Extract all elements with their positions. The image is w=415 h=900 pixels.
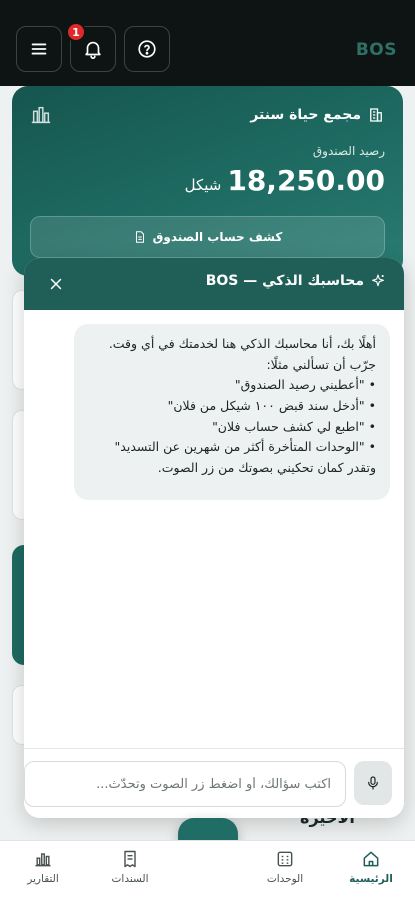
currency-label: شيكل bbox=[184, 176, 222, 194]
complex-title: مجمع حياة سنتر bbox=[250, 106, 385, 124]
nav-units-label: الوحدات bbox=[266, 873, 304, 885]
voice-button[interactable] bbox=[354, 761, 392, 805]
balance-label: رصيد الصندوق bbox=[312, 144, 385, 158]
document-icon bbox=[135, 231, 144, 243]
example-item: "اطبع لي كشف حساب فلان" bbox=[88, 417, 376, 438]
balance-value: 18,250.00 bbox=[227, 164, 385, 197]
building-icon bbox=[370, 108, 382, 122]
statement-button-label: كشف حساب الصندوق bbox=[152, 230, 283, 244]
balance-amount: 18,250.00 شيكل bbox=[185, 164, 385, 197]
nav-home[interactable]: الرئيسية bbox=[336, 849, 406, 885]
nav-reports[interactable]: التقارير bbox=[8, 849, 78, 885]
example-item: "الوحدات المتأخرة أكثر من شهرين عن التسد… bbox=[88, 437, 376, 458]
greeting-line: أهلًا بك، أنا محاسبك الذكي هنا لخدمتك في… bbox=[108, 336, 376, 351]
top-bar: 1 BOS bbox=[0, 0, 415, 86]
nav-units[interactable]: الوحدات bbox=[250, 849, 320, 885]
closing-line: وتقدر كمان تحكيني بصوتك من زر الصوت. bbox=[157, 459, 376, 475]
help-icon bbox=[138, 40, 156, 58]
help-button[interactable] bbox=[124, 26, 170, 72]
menu-button[interactable] bbox=[16, 26, 62, 72]
chat-title-text: محاسبك الذكي — BOS bbox=[205, 273, 364, 289]
chat-input[interactable] bbox=[24, 761, 346, 807]
try-line: جرّب أن تسألني مثلًا: bbox=[266, 356, 376, 372]
close-icon bbox=[50, 278, 62, 290]
receipt-icon bbox=[124, 850, 136, 868]
nav-vouchers-label: السندات bbox=[111, 873, 149, 885]
example-list: "أعطيني رصيد الصندوق" "أدخل سند قبض ١٠٠ … bbox=[88, 375, 376, 458]
ai-assistant-panel: محاسبك الذكي — BOS أهلًا بك، أنا محاسبك … bbox=[24, 258, 404, 818]
brand-logo: BOS bbox=[355, 40, 397, 60]
chat-header: محاسبك الذكي — BOS bbox=[24, 258, 404, 310]
notification-badge: 1 bbox=[66, 22, 86, 42]
menu-icon bbox=[31, 43, 47, 55]
close-chat-button[interactable] bbox=[44, 272, 68, 296]
bell-icon bbox=[85, 41, 101, 59]
bottom-nav: الرئيسية الوحدات السندات التقارير bbox=[0, 840, 415, 900]
nav-home-label: الرئيسية bbox=[349, 873, 393, 885]
fund-balance-card: مجمع حياة سنتر رصيد الصندوق 18,250.00 شي… bbox=[12, 86, 403, 276]
example-item: "أعطيني رصيد الصندوق" bbox=[88, 375, 376, 396]
chat-input-row bbox=[24, 748, 404, 818]
microphone-icon bbox=[368, 776, 378, 790]
city-chart-icon bbox=[31, 106, 51, 124]
home-icon bbox=[363, 851, 379, 867]
bar-chart-icon bbox=[35, 853, 51, 867]
statement-button[interactable]: كشف حساب الصندوق bbox=[30, 216, 385, 258]
chat-title: محاسبك الذكي — BOS bbox=[206, 273, 386, 289]
sparkle-icon bbox=[372, 274, 384, 287]
nav-reports-label: التقارير bbox=[27, 873, 59, 885]
example-item: "أدخل سند قبض ١٠٠ شيكل من فلان" bbox=[88, 396, 376, 417]
nav-vouchers[interactable]: السندات bbox=[95, 849, 165, 885]
complex-name: مجمع حياة سنتر bbox=[250, 107, 361, 123]
grid-icon bbox=[277, 851, 293, 867]
assistant-message: أهلًا بك، أنا محاسبك الذكي هنا لخدمتك في… bbox=[74, 324, 390, 500]
